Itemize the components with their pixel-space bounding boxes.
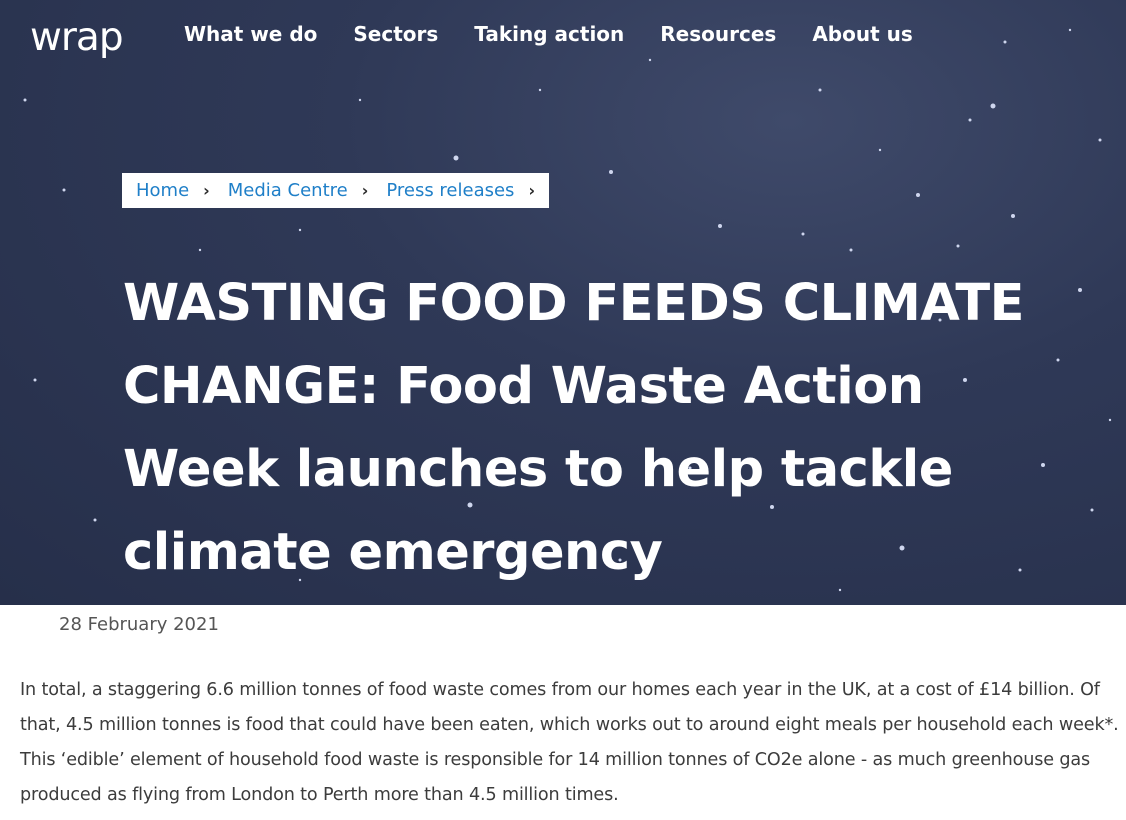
breadcrumb-separator: › [361,181,369,200]
breadcrumb: Home › Media Centre › Press releases › [122,173,550,208]
publish-date: 28 February 2021 [59,614,219,635]
breadcrumb-media-centre[interactable]: Media Centre [228,180,348,201]
breadcrumb-separator: › [203,181,210,200]
article-intro-paragraph: In total, a staggering 6.6 million tonne… [20,680,1119,805]
nav-taking-action[interactable]: Taking action [474,22,624,46]
wrap-logo-mark: wrap [30,15,124,60]
nav-resources[interactable]: Resources [660,22,776,46]
nav-about-us[interactable]: About us [812,22,912,46]
breadcrumb-separator: › [528,181,536,200]
main-menu: What we do Sectors Taking action Resourc… [184,22,949,46]
wrap-logo[interactable]: wrap [28,10,144,64]
nav-sectors[interactable]: Sectors [353,22,438,46]
logo-text: wrap [30,15,123,60]
breadcrumb-press-releases[interactable]: Press releases [386,180,514,201]
breadcrumb-home[interactable]: Home [136,180,189,201]
nav-what-we-do[interactable]: What we do [184,22,317,46]
page-title: WASTING FOOD FEEDS CLIMATE CHANGE: Food … [123,274,1025,582]
hero-banner: wrap What we do Sectors Taking action Re… [0,0,1126,605]
top-navigation: wrap What we do Sectors Taking action Re… [0,0,1126,74]
